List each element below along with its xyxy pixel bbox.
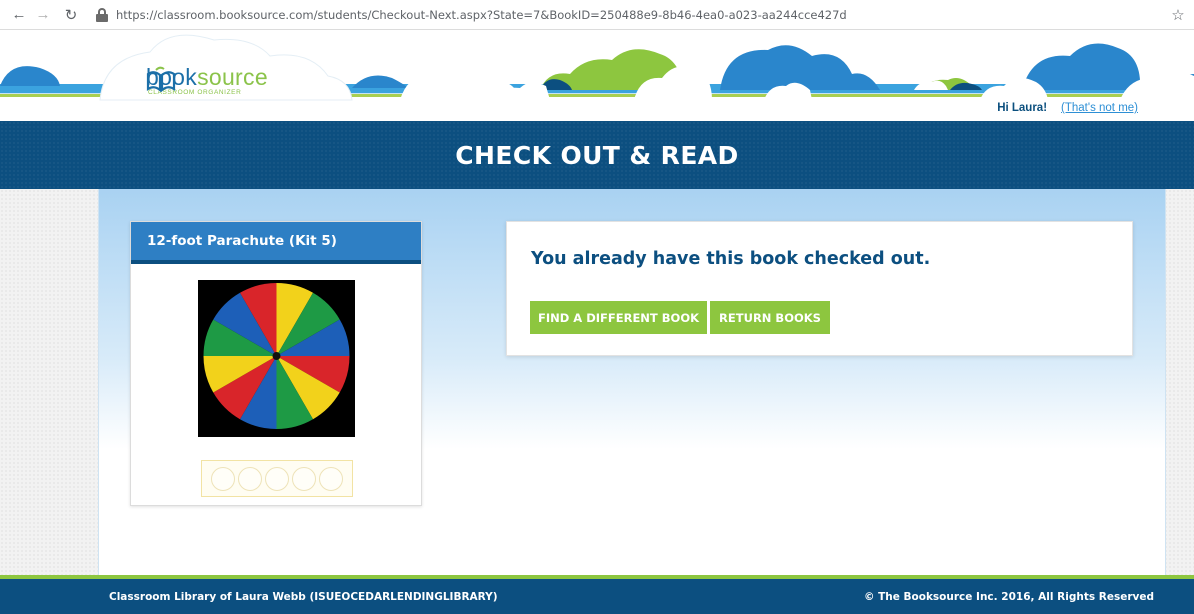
- parachute-image: [203, 283, 350, 429]
- booksource-logo[interactable]: booksource CLASSROOM ORGANIZER: [146, 66, 268, 97]
- book-card-header: 12-foot Parachute (Kit 5): [131, 222, 421, 264]
- site-header: booksource CLASSROOM ORGANIZER Hi Laura!…: [0, 30, 1194, 121]
- site-footer: Classroom Library of Laura Webb (ISUEOCE…: [0, 579, 1194, 614]
- not-me-link[interactable]: (That's not me): [1061, 102, 1138, 114]
- star-rating[interactable]: [201, 460, 353, 497]
- forward-arrow-icon[interactable]: →: [32, 4, 54, 26]
- message-card: You already have this book checked out. …: [506, 221, 1133, 356]
- greeting-text: Hi Laura!: [997, 102, 1048, 114]
- rating-circle[interactable]: [265, 466, 289, 491]
- book-logo-icon: [146, 66, 176, 92]
- parachute-center: [272, 352, 281, 360]
- return-books-button[interactable]: RETURN BOOKS: [710, 301, 830, 334]
- browser-toolbar: ← → ↻ https://classroom.booksource.com/s…: [0, 0, 1194, 30]
- rating-circle[interactable]: [292, 466, 316, 491]
- page-title: CHECK OUT & READ: [455, 140, 739, 170]
- reload-icon[interactable]: ↻: [60, 4, 82, 26]
- footer-copyright: © The Booksource Inc. 2016, All Rights R…: [863, 590, 1154, 603]
- bookmark-star-icon[interactable]: ☆: [1166, 6, 1190, 24]
- user-greeting: Hi Laura! (That's not me): [997, 102, 1138, 114]
- book-cover-image: [198, 280, 355, 437]
- rating-circle[interactable]: [319, 466, 343, 491]
- address-bar[interactable]: https://classroom.booksource.com/student…: [96, 4, 1166, 26]
- footer-library-name: Classroom Library of Laura Webb (ISUEOCE…: [109, 590, 498, 603]
- back-arrow-icon[interactable]: ←: [8, 4, 30, 26]
- book-card: 12-foot Parachute (Kit 5): [130, 221, 422, 506]
- rating-circle[interactable]: [211, 466, 235, 491]
- checked-out-message: You already have this book checked out.: [531, 249, 931, 269]
- find-different-book-button[interactable]: FIND A DIFFERENT BOOK: [530, 301, 707, 334]
- lock-icon: [96, 7, 108, 22]
- url-text: https://classroom.booksource.com/student…: [116, 7, 847, 22]
- page-title-bar: CHECK OUT & READ: [0, 121, 1194, 189]
- book-title: 12-foot Parachute (Kit 5): [147, 233, 337, 249]
- rating-circle[interactable]: [238, 466, 262, 491]
